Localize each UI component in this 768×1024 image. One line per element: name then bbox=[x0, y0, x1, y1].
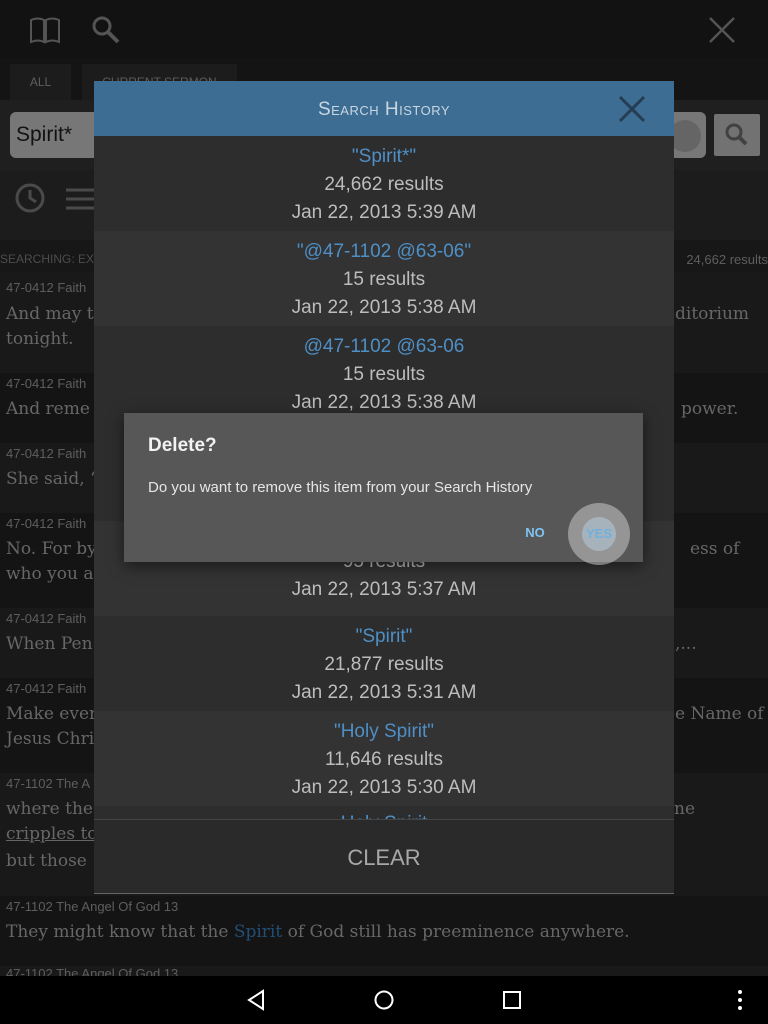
dialog-title: Delete? bbox=[148, 435, 217, 456]
delete-dialog: Delete? Do you want to remove this item … bbox=[124, 413, 643, 565]
history-date: Jan 22, 2013 5:31 AM bbox=[291, 682, 477, 703]
history-date: Jan 22, 2013 5:39 AM bbox=[291, 202, 477, 223]
history-query: "Spirit" bbox=[355, 626, 413, 647]
close-icon[interactable] bbox=[616, 93, 648, 125]
history-query: "@47-1102 @63-06" bbox=[296, 241, 472, 262]
history-item[interactable]: "Spirit" 21,877 results Jan 22, 2013 5:3… bbox=[94, 616, 674, 711]
system-nav-bar bbox=[0, 976, 768, 1024]
overflow-menu-icon[interactable] bbox=[728, 988, 752, 1017]
back-icon[interactable] bbox=[244, 988, 268, 1017]
history-date: Jan 22, 2013 5:38 AM bbox=[291, 297, 477, 318]
recents-icon[interactable] bbox=[500, 988, 524, 1017]
history-item[interactable]: "@47-1102 @63-06" 15 results Jan 22, 201… bbox=[94, 231, 674, 326]
yes-button[interactable]: YES bbox=[568, 503, 630, 565]
no-button[interactable]: NO bbox=[519, 519, 551, 547]
history-date: Jan 22, 2013 5:30 AM bbox=[291, 777, 477, 798]
history-query: Holy Spirit bbox=[94, 810, 674, 819]
history-count: 15 results bbox=[342, 269, 426, 290]
history-count: 11,646 results bbox=[325, 749, 443, 770]
history-count: 24,662 results bbox=[324, 174, 444, 195]
home-icon[interactable] bbox=[372, 988, 396, 1017]
yes-button-label: YES bbox=[582, 517, 616, 551]
history-item[interactable]: "Spirit*" 24,662 results Jan 22, 2013 5:… bbox=[94, 136, 674, 231]
search-history-title: Search History bbox=[317, 99, 451, 120]
history-item[interactable]: @47-1102 @63-06 15 results Jan 22, 2013 … bbox=[94, 326, 674, 421]
clear-history-button[interactable]: CLEAR bbox=[94, 819, 674, 894]
history-query: "Holy Spirit" bbox=[333, 721, 435, 742]
history-query: @47-1102 @63-06 bbox=[303, 336, 465, 357]
history-date: Jan 22, 2013 5:37 AM bbox=[291, 579, 477, 600]
history-count: 21,877 results bbox=[324, 654, 444, 675]
search-history-header: Search History bbox=[94, 81, 674, 136]
history-query: "Spirit*" bbox=[351, 146, 417, 167]
history-item[interactable]: "Holy Spirit" 11,646 results Jan 22, 201… bbox=[94, 711, 674, 806]
history-item[interactable]: Holy Spirit bbox=[94, 806, 674, 819]
history-count: 15 results bbox=[342, 364, 426, 385]
dialog-message: Do you want to remove this item from you… bbox=[148, 479, 533, 496]
